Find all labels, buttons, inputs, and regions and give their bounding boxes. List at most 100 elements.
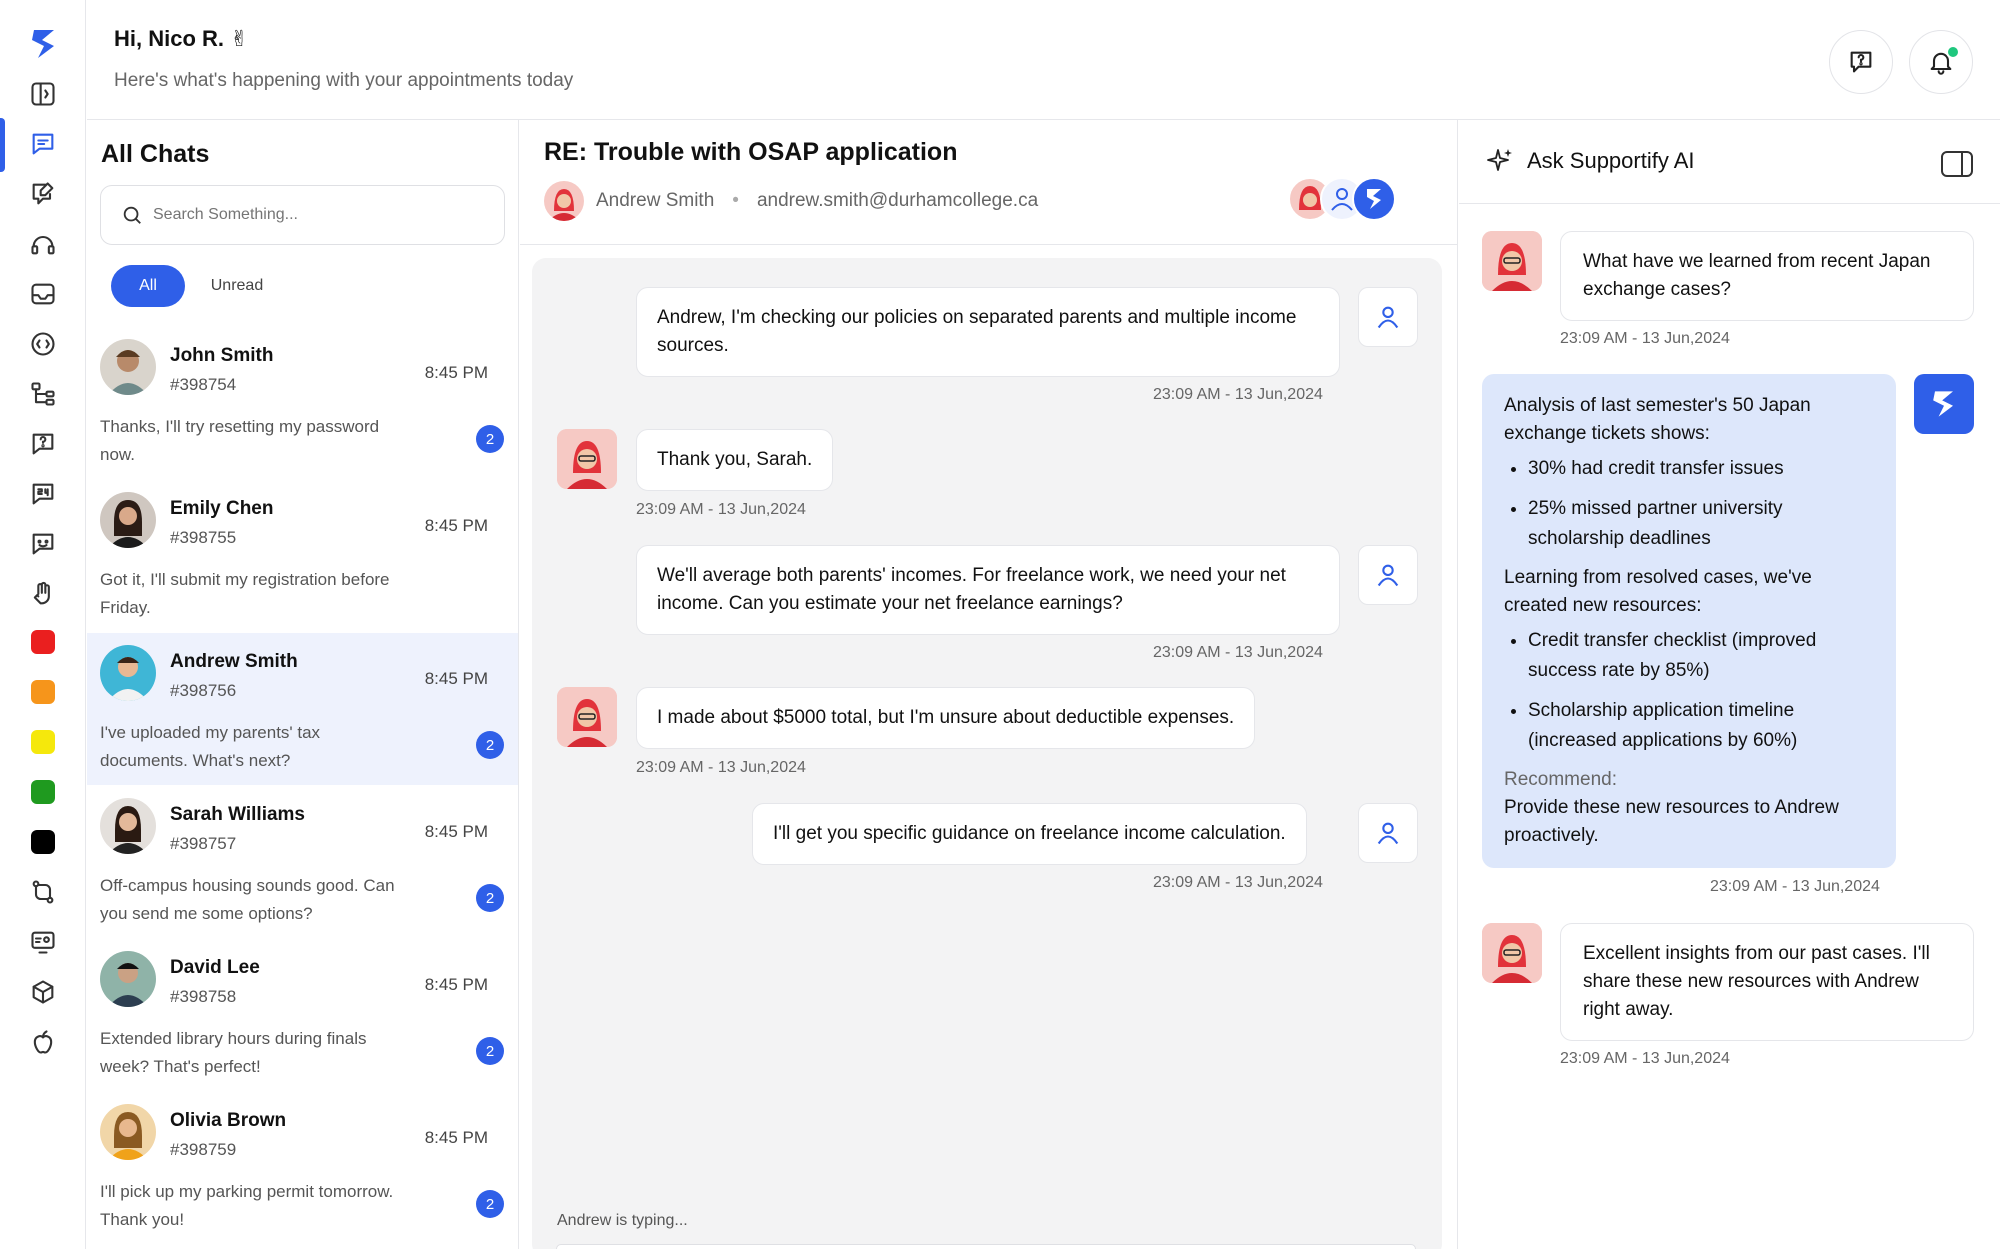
conversation-title: RE: Trouble with OSAP application <box>544 138 958 166</box>
chat-preview: Extended library hours during finals wee… <box>100 1029 367 1076</box>
filter-all-tab[interactable]: All <box>111 265 185 307</box>
ai-findings-list: 30% had credit transfer issues 25% misse… <box>1528 454 1874 554</box>
supportify-logo-icon <box>1933 391 1953 417</box>
message-composer[interactable] <box>556 1244 1416 1249</box>
search-icon <box>123 206 141 224</box>
message-time: 23:09 AM - 13 Jun,2024 <box>1153 644 1323 661</box>
list-item: 30% had credit transfer issues <box>1528 454 1874 484</box>
headset-icon[interactable] <box>23 224 63 264</box>
greeting-title: Hi, Nico R. ✌ <box>114 26 249 51</box>
chat-time: 8:45 PM <box>424 822 488 841</box>
status-dot-red[interactable] <box>31 630 55 654</box>
unread-badge: 2 <box>476 884 504 912</box>
message-agent: We'll average both parents' incomes. For… <box>636 545 1340 635</box>
divider <box>520 244 1458 245</box>
cube-icon[interactable] <box>23 972 63 1012</box>
avatar <box>100 798 156 854</box>
ai-question-bubble: What have we learned from recent Japan e… <box>1560 231 1974 321</box>
chat-item-olivia-brown[interactable]: Olivia Brown #398759 8:45 PM I'll pick u… <box>87 1092 518 1244</box>
avatar <box>100 645 156 701</box>
list-item: Credit transfer checklist (improved succ… <box>1528 626 1874 686</box>
conversation-meta: Andrew Smith • andrew.smith@durhamcolleg… <box>544 180 1038 222</box>
code-icon[interactable] <box>23 324 63 364</box>
chat-preview: Thanks, I'll try resetting my password n… <box>100 417 380 464</box>
user-icon <box>1377 306 1399 329</box>
chat-item-emily-chen[interactable]: Emily Chen #398755 8:45 PM Got it, I'll … <box>87 480 518 632</box>
message-time: 23:09 AM - 13 Jun,2024 <box>636 501 806 518</box>
unread-badge: 2 <box>476 425 504 453</box>
unread-badge: 2 <box>476 1190 504 1218</box>
avatar <box>100 339 156 395</box>
chat-ticket-id: #398754 <box>170 375 237 394</box>
participants-stack[interactable] <box>1287 176 1397 222</box>
chat-contact-name: Sarah Williams <box>170 804 305 825</box>
chat-ticket-id: #398757 <box>170 834 237 853</box>
ai-response-mid: Learning from resolved cases, we've crea… <box>1504 567 1812 616</box>
hand-icon[interactable] <box>23 574 63 614</box>
contact-email[interactable]: andrew.smith@durhamcollege.ca <box>757 190 1038 212</box>
chat-item-john-smith[interactable]: John Smith #398754 8:45 PM Thanks, I'll … <box>87 327 518 479</box>
status-dot-green[interactable] <box>31 780 55 804</box>
contact-avatar <box>544 181 584 221</box>
sidebar-toggle-icon[interactable] <box>23 74 63 114</box>
message-time: 23:09 AM - 13 Jun,2024 <box>1560 1050 1730 1067</box>
user-avatar <box>557 429 617 489</box>
status-dot-yellow[interactable] <box>31 730 55 754</box>
chat-item-sarah-williams[interactable]: Sarah Williams #398757 8:45 PM Off-campu… <box>87 786 518 938</box>
search-input[interactable] <box>153 206 473 224</box>
supportify-logo-icon[interactable] <box>24 24 64 64</box>
notifications-button[interactable] <box>1909 30 1973 94</box>
chat-icon[interactable] <box>23 124 63 164</box>
user-avatar <box>1482 231 1542 291</box>
status-dot-black[interactable] <box>31 830 55 854</box>
git-compare-icon[interactable] <box>23 872 63 912</box>
avatar <box>100 951 156 1007</box>
chat-item-david-lee[interactable]: David Lee #398758 8:45 PM Extended libra… <box>87 939 518 1091</box>
24h-icon[interactable] <box>23 474 63 514</box>
chat-ticket-id: #398756 <box>170 681 237 700</box>
hierarchy-icon[interactable] <box>23 374 63 414</box>
inbox-icon[interactable] <box>23 274 63 314</box>
left-rail <box>0 0 86 1249</box>
chat-time: 8:45 PM <box>424 363 488 382</box>
chat-list-panel: All Chats All Unread John Smith #398754 … <box>87 120 519 1249</box>
ai-panel-header: Ask Supportify AI <box>1459 120 2000 204</box>
chat-contact-name: Emily Chen <box>170 498 274 519</box>
chat-preview: Got it, I'll submit my registration befo… <box>100 570 390 617</box>
chat-contact-name: Olivia Brown <box>170 1110 287 1131</box>
chat-ticket-id: #398759 <box>170 1140 237 1159</box>
message-user: Thank you, Sarah. <box>636 429 834 491</box>
help-button[interactable] <box>1829 30 1893 94</box>
chat-time: 8:45 PM <box>424 516 488 535</box>
ai-avatar <box>1914 374 1974 434</box>
chat-time: 8:45 PM <box>424 1128 488 1147</box>
user-avatar <box>1482 923 1542 983</box>
typing-indicator: Andrew is typing... <box>557 1212 688 1229</box>
agent-avatar <box>1358 803 1418 863</box>
user-icon <box>1377 564 1399 587</box>
sparkle-icon <box>1487 149 1512 171</box>
user-avatar <box>557 687 617 747</box>
panel-toggle-icon[interactable] <box>1940 150 1974 178</box>
help-chat-icon[interactable] <box>23 424 63 464</box>
chat-item-andrew-smith[interactable]: Andrew Smith #398756 8:45 PM I've upload… <box>87 633 518 785</box>
filter-unread-tab[interactable]: Unread <box>197 265 277 307</box>
chat-ticket-id: #398758 <box>170 987 237 1006</box>
agent-avatar <box>1358 287 1418 347</box>
user-icon <box>1377 822 1399 845</box>
unread-badge: 2 <box>476 1037 504 1065</box>
message-time: 23:09 AM - 13 Jun,2024 <box>1153 386 1323 403</box>
chat-ticket-id: #398755 <box>170 528 237 547</box>
bot-chat-icon[interactable] <box>23 524 63 564</box>
search-box[interactable] <box>100 185 505 245</box>
ai-assistant-panel: Ask Supportify AI What have we learned f… <box>1459 120 2000 1249</box>
screen-user-icon[interactable] <box>23 922 63 962</box>
ai-followup-bubble: Excellent insights from our past cases. … <box>1560 923 1974 1041</box>
chat-contact-name: John Smith <box>170 345 274 366</box>
chat-edit-icon[interactable] <box>23 174 63 214</box>
chat-preview: Off-campus housing sounds good. Can you … <box>100 876 395 923</box>
status-dot-orange[interactable] <box>31 680 55 704</box>
chat-contact-name: David Lee <box>170 957 260 978</box>
list-item: Scholarship application timeline (increa… <box>1528 696 1874 756</box>
apple-icon[interactable] <box>23 1022 63 1062</box>
